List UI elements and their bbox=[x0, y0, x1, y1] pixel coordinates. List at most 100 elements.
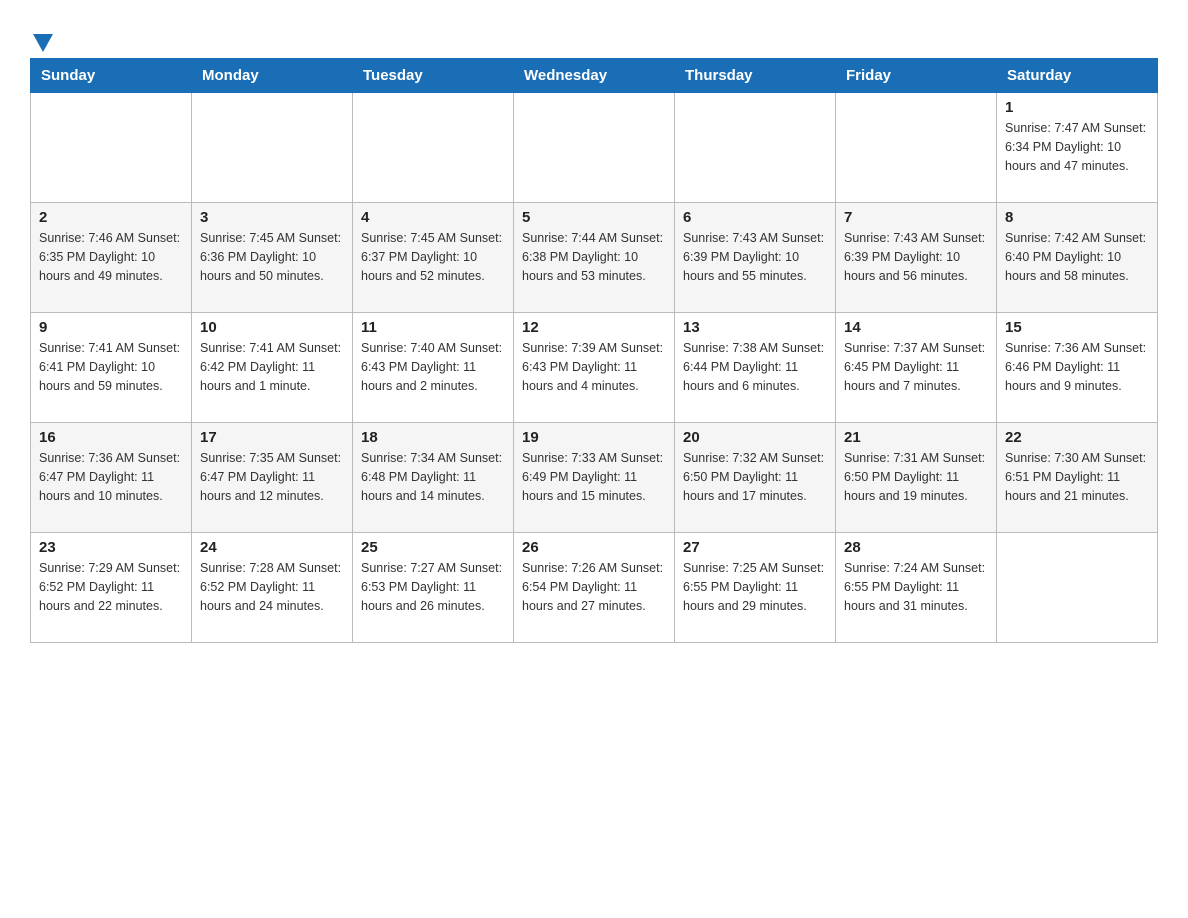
logo bbox=[30, 30, 53, 48]
calendar-cell bbox=[192, 93, 353, 203]
calendar-cell: 28 Sunrise: 7:24 AM Sunset: 6:55 PM Dayli… bbox=[836, 533, 997, 643]
day-number: 5 bbox=[522, 209, 666, 226]
day-number: 18 bbox=[361, 429, 505, 446]
day-number: 16 bbox=[39, 429, 183, 446]
day-info: Sunrise: 7:41 AM Sunset: 6:42 PM Dayligh… bbox=[200, 339, 344, 395]
weekday-header-thursday: Thursday bbox=[675, 59, 836, 93]
day-number: 24 bbox=[200, 539, 344, 556]
day-number: 1 bbox=[1005, 99, 1149, 116]
day-number: 8 bbox=[1005, 209, 1149, 226]
logo-triangle-icon bbox=[33, 34, 53, 52]
day-number: 20 bbox=[683, 429, 827, 446]
day-number: 27 bbox=[683, 539, 827, 556]
calendar-cell bbox=[997, 533, 1158, 643]
day-info: Sunrise: 7:32 AM Sunset: 6:50 PM Dayligh… bbox=[683, 449, 827, 505]
day-info: Sunrise: 7:47 AM Sunset: 6:34 PM Dayligh… bbox=[1005, 119, 1149, 175]
weekday-header-tuesday: Tuesday bbox=[353, 59, 514, 93]
day-number: 15 bbox=[1005, 319, 1149, 336]
day-info: Sunrise: 7:43 AM Sunset: 6:39 PM Dayligh… bbox=[683, 229, 827, 285]
calendar-header: SundayMondayTuesdayWednesdayThursdayFrid… bbox=[31, 59, 1158, 93]
calendar-cell bbox=[675, 93, 836, 203]
calendar-cell: 4Sunrise: 7:45 AM Sunset: 6:37 PM Daylig… bbox=[353, 203, 514, 313]
day-info: Sunrise: 7:45 AM Sunset: 6:36 PM Dayligh… bbox=[200, 229, 344, 285]
calendar-cell: 19 Sunrise: 7:33 AM Sunset: 6:49 PM Dayli… bbox=[514, 423, 675, 533]
calendar-week-row: 23 Sunrise: 7:29 AM Sunset: 6:52 PM Dayli… bbox=[31, 533, 1158, 643]
day-number: 23 bbox=[39, 539, 183, 556]
day-info: Sunrise: 7:39 AM Sunset: 6:43 PM Dayligh… bbox=[522, 339, 666, 395]
calendar-week-row: 1 Sunrise: 7:47 AM Sunset: 6:34 PM Daylig… bbox=[31, 93, 1158, 203]
calendar-cell: 7 Sunrise: 7:43 AM Sunset: 6:39 PM Daylig… bbox=[836, 203, 997, 313]
day-number: 11 bbox=[361, 319, 505, 336]
day-info: Sunrise: 7:43 AM Sunset: 6:39 PM Dayligh… bbox=[844, 229, 988, 285]
day-info: Sunrise: 7:46 AM Sunset: 6:35 PM Dayligh… bbox=[39, 229, 183, 285]
day-number: 25 bbox=[361, 539, 505, 556]
calendar-cell: 6 Sunrise: 7:43 AM Sunset: 6:39 PM Daylig… bbox=[675, 203, 836, 313]
day-number: 2 bbox=[39, 209, 183, 226]
day-number: 26 bbox=[522, 539, 666, 556]
day-info: Sunrise: 7:28 AM Sunset: 6:52 PM Dayligh… bbox=[200, 559, 344, 615]
calendar-cell: 15 Sunrise: 7:36 AM Sunset: 6:46 PM Dayli… bbox=[997, 313, 1158, 423]
day-info: Sunrise: 7:34 AM Sunset: 6:48 PM Dayligh… bbox=[361, 449, 505, 505]
day-number: 17 bbox=[200, 429, 344, 446]
day-number: 21 bbox=[844, 429, 988, 446]
calendar-cell bbox=[514, 93, 675, 203]
day-info: Sunrise: 7:36 AM Sunset: 6:47 PM Dayligh… bbox=[39, 449, 183, 505]
calendar-cell: 8 Sunrise: 7:42 AM Sunset: 6:40 PM Daylig… bbox=[997, 203, 1158, 313]
calendar-cell: 20 Sunrise: 7:32 AM Sunset: 6:50 PM Dayli… bbox=[675, 423, 836, 533]
calendar-cell: 23 Sunrise: 7:29 AM Sunset: 6:52 PM Dayli… bbox=[31, 533, 192, 643]
calendar-body: 1 Sunrise: 7:47 AM Sunset: 6:34 PM Daylig… bbox=[31, 93, 1158, 643]
calendar-cell: 26 Sunrise: 7:26 AM Sunset: 6:54 PM Dayli… bbox=[514, 533, 675, 643]
calendar-cell: 16 Sunrise: 7:36 AM Sunset: 6:47 PM Dayli… bbox=[31, 423, 192, 533]
day-info: Sunrise: 7:35 AM Sunset: 6:47 PM Dayligh… bbox=[200, 449, 344, 505]
page-header bbox=[30, 20, 1158, 48]
calendar-week-row: 2 Sunrise: 7:46 AM Sunset: 6:35 PM Daylig… bbox=[31, 203, 1158, 313]
calendar-cell: 17 Sunrise: 7:35 AM Sunset: 6:47 PM Dayli… bbox=[192, 423, 353, 533]
weekday-header-monday: Monday bbox=[192, 59, 353, 93]
day-number: 7 bbox=[844, 209, 988, 226]
day-info: Sunrise: 7:26 AM Sunset: 6:54 PM Dayligh… bbox=[522, 559, 666, 615]
calendar-cell bbox=[31, 93, 192, 203]
weekday-header-row: SundayMondayTuesdayWednesdayThursdayFrid… bbox=[31, 59, 1158, 93]
day-number: 19 bbox=[522, 429, 666, 446]
day-number: 9 bbox=[39, 319, 183, 336]
calendar-cell: 3 Sunrise: 7:45 AM Sunset: 6:36 PM Daylig… bbox=[192, 203, 353, 313]
calendar-cell: 21 Sunrise: 7:31 AM Sunset: 6:50 PM Dayli… bbox=[836, 423, 997, 533]
weekday-header-sunday: Sunday bbox=[31, 59, 192, 93]
day-number: 13 bbox=[683, 319, 827, 336]
day-info: Sunrise: 7:33 AM Sunset: 6:49 PM Dayligh… bbox=[522, 449, 666, 505]
day-info: Sunrise: 7:27 AM Sunset: 6:53 PM Dayligh… bbox=[361, 559, 505, 615]
calendar-cell: 5Sunrise: 7:44 AM Sunset: 6:38 PM Daylig… bbox=[514, 203, 675, 313]
day-number: 12 bbox=[522, 319, 666, 336]
day-info: Sunrise: 7:36 AM Sunset: 6:46 PM Dayligh… bbox=[1005, 339, 1149, 395]
calendar-table: SundayMondayTuesdayWednesdayThursdayFrid… bbox=[30, 58, 1158, 643]
day-number: 3 bbox=[200, 209, 344, 226]
day-number: 22 bbox=[1005, 429, 1149, 446]
day-info: Sunrise: 7:45 AM Sunset: 6:37 PM Dayligh… bbox=[361, 229, 505, 285]
calendar-cell bbox=[836, 93, 997, 203]
day-info: Sunrise: 7:29 AM Sunset: 6:52 PM Dayligh… bbox=[39, 559, 183, 615]
calendar-cell bbox=[353, 93, 514, 203]
weekday-header-saturday: Saturday bbox=[997, 59, 1158, 93]
day-info: Sunrise: 7:25 AM Sunset: 6:55 PM Dayligh… bbox=[683, 559, 827, 615]
calendar-cell: 11 Sunrise: 7:40 AM Sunset: 6:43 PM Dayli… bbox=[353, 313, 514, 423]
day-info: Sunrise: 7:41 AM Sunset: 6:41 PM Dayligh… bbox=[39, 339, 183, 395]
day-info: Sunrise: 7:37 AM Sunset: 6:45 PM Dayligh… bbox=[844, 339, 988, 395]
day-number: 14 bbox=[844, 319, 988, 336]
day-info: Sunrise: 7:24 AM Sunset: 6:55 PM Dayligh… bbox=[844, 559, 988, 615]
day-info: Sunrise: 7:42 AM Sunset: 6:40 PM Dayligh… bbox=[1005, 229, 1149, 285]
calendar-cell: 18 Sunrise: 7:34 AM Sunset: 6:48 PM Dayli… bbox=[353, 423, 514, 533]
calendar-cell: 27 Sunrise: 7:25 AM Sunset: 6:55 PM Dayli… bbox=[675, 533, 836, 643]
calendar-cell: 25 Sunrise: 7:27 AM Sunset: 6:53 PM Dayli… bbox=[353, 533, 514, 643]
day-number: 6 bbox=[683, 209, 827, 226]
day-info: Sunrise: 7:40 AM Sunset: 6:43 PM Dayligh… bbox=[361, 339, 505, 395]
calendar-cell: 9 Sunrise: 7:41 AM Sunset: 6:41 PM Daylig… bbox=[31, 313, 192, 423]
calendar-week-row: 9 Sunrise: 7:41 AM Sunset: 6:41 PM Daylig… bbox=[31, 313, 1158, 423]
calendar-cell: 24 Sunrise: 7:28 AM Sunset: 6:52 PM Dayli… bbox=[192, 533, 353, 643]
calendar-cell: 2 Sunrise: 7:46 AM Sunset: 6:35 PM Daylig… bbox=[31, 203, 192, 313]
day-info: Sunrise: 7:38 AM Sunset: 6:44 PM Dayligh… bbox=[683, 339, 827, 395]
day-number: 10 bbox=[200, 319, 344, 336]
day-number: 28 bbox=[844, 539, 988, 556]
calendar-cell: 1 Sunrise: 7:47 AM Sunset: 6:34 PM Daylig… bbox=[997, 93, 1158, 203]
weekday-header-wednesday: Wednesday bbox=[514, 59, 675, 93]
day-info: Sunrise: 7:31 AM Sunset: 6:50 PM Dayligh… bbox=[844, 449, 988, 505]
